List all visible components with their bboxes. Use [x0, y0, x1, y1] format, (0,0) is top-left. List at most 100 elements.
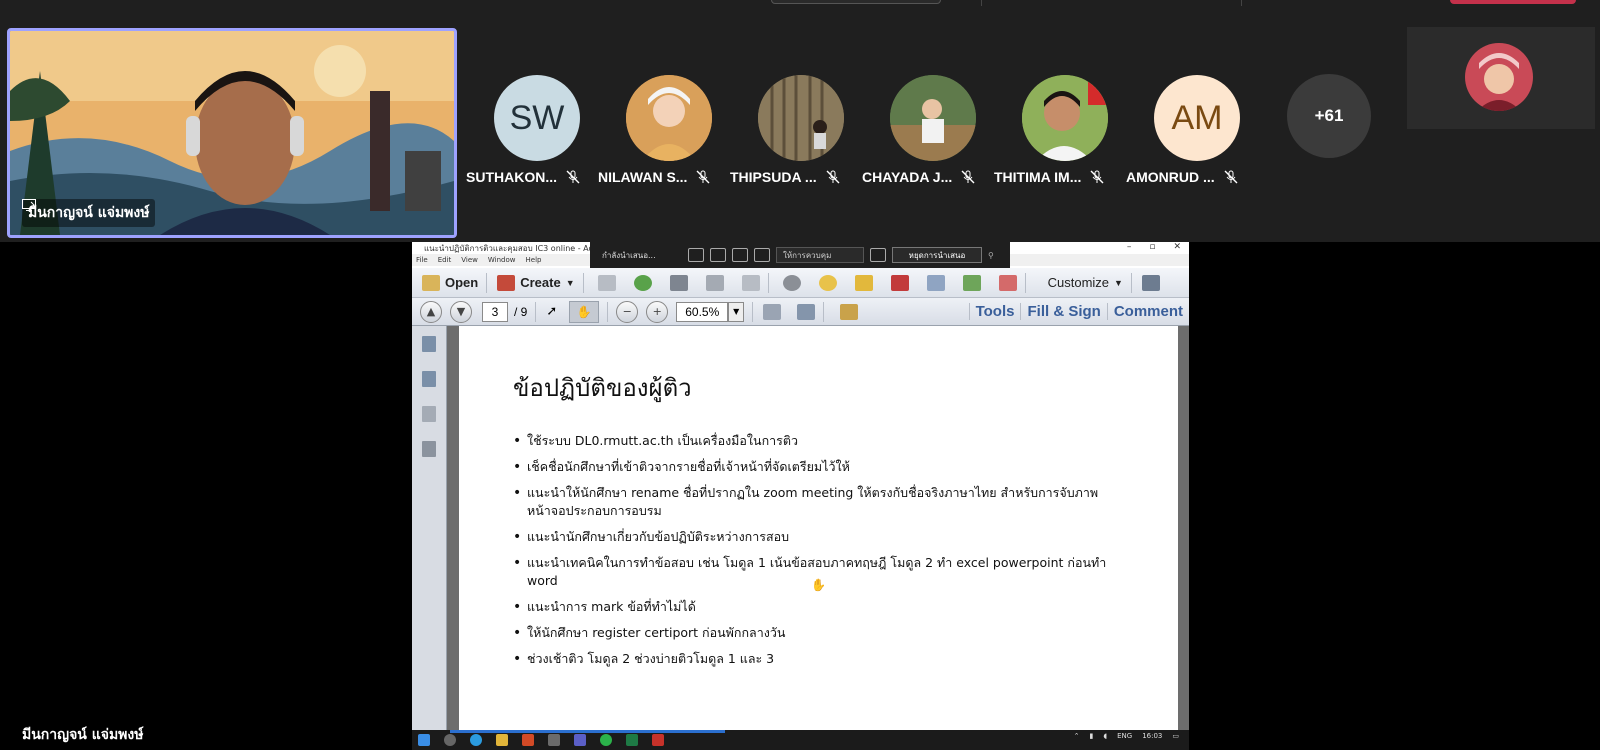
zoom-in-button[interactable]: + — [646, 300, 669, 323]
bookmarks-icon[interactable] — [422, 371, 436, 387]
fill-sign-pane-link[interactable]: Fill & Sign — [1020, 303, 1106, 320]
zoom-out-button[interactable]: − — [616, 300, 639, 323]
excel-icon[interactable] — [626, 734, 638, 746]
menu-window[interactable]: Window — [488, 256, 516, 264]
line-icon[interactable] — [600, 734, 612, 746]
layout-side-by-side-button[interactable] — [732, 248, 748, 262]
lang-indicator[interactable]: ENG — [1117, 732, 1132, 740]
more-participants-button[interactable]: +61 — [1287, 74, 1371, 158]
menu-edit[interactable]: Edit — [438, 256, 452, 264]
edge-icon[interactable] — [470, 734, 482, 746]
app-icon[interactable] — [548, 734, 560, 746]
teams-icon[interactable] — [574, 734, 586, 746]
pin-icon[interactable]: ⚲ — [988, 251, 994, 260]
hand-tool-icon[interactable]: ✋ — [569, 300, 600, 323]
comment-icon[interactable] — [818, 274, 837, 291]
active-speaker-tile[interactable]: มีนกาญจน์ แจ่มพงษ์ — [7, 28, 457, 238]
upload-icon[interactable] — [633, 274, 652, 291]
meeting-search-box[interactable] — [771, 0, 941, 4]
highlight-icon[interactable] — [854, 274, 873, 291]
export-icon[interactable] — [962, 274, 981, 291]
sign-icon[interactable] — [998, 274, 1017, 291]
fit-page-icon[interactable] — [763, 303, 782, 320]
menu-help[interactable]: Help — [526, 256, 542, 264]
stop-presenting-button[interactable]: หยุดการนำเสนอ — [892, 247, 982, 263]
self-view-tile[interactable] — [1407, 27, 1595, 129]
notification-icon[interactable]: ▭ — [1172, 732, 1179, 740]
customize-button[interactable]: Customize ▼ — [1048, 275, 1123, 290]
volume-icon[interactable]: ◖ — [1103, 732, 1107, 740]
scroll-mode-icon[interactable] — [797, 303, 816, 320]
leave-button[interactable] — [1450, 0, 1576, 4]
create-button[interactable]: Create ▼ — [497, 274, 575, 291]
minimize-icon[interactable]: – — [1127, 242, 1132, 252]
edit-icon[interactable] — [705, 274, 724, 291]
divider — [535, 301, 537, 322]
avatar — [626, 75, 712, 161]
comment-pane-link[interactable]: Comment — [1106, 303, 1189, 320]
acrobat-icon[interactable] — [652, 734, 664, 746]
zoom-level-input[interactable]: 60.5% — [676, 301, 729, 322]
participant-tile[interactable]: SW SUTHAKON... — [466, 75, 596, 195]
powerpoint-icon[interactable] — [522, 734, 534, 746]
divider — [1241, 0, 1242, 6]
folder-icon — [422, 274, 440, 291]
previous-page-button[interactable]: ▲ — [420, 300, 442, 323]
search-icon[interactable] — [444, 734, 456, 746]
list-item: ช่วงเช้าติว โมดูล 2 ช่วงบ่ายติวโมดูล 1 แ… — [513, 650, 1113, 668]
document-viewport[interactable]: ข้อปฏิบัติของผู้ติว ใช้ระบบ DL0.rmutt.ac… — [447, 326, 1189, 730]
participant-label: SUTHAKON... — [466, 169, 616, 185]
layout-content-only-button[interactable] — [688, 248, 704, 262]
layout-standout-button[interactable] — [710, 248, 726, 262]
participant-tile[interactable]: CHAYADA J... — [862, 75, 992, 195]
read-mode-icon[interactable] — [840, 303, 859, 320]
participant-tile[interactable]: AM AMONRUD ... — [1126, 75, 1256, 195]
tools-pane-link[interactable]: Tools — [968, 303, 1021, 320]
print-icon[interactable] — [669, 274, 688, 291]
presenter-toolbar: กำลังนำเสนอ... ให้การควบคุม หยุดการนำเสน… — [590, 242, 1010, 268]
list-item: แนะนำนักศึกษาเกี่ยวกับข้อปฏิบัติระหว่างก… — [513, 528, 1113, 546]
open-button[interactable]: Open — [422, 274, 478, 291]
save-icon[interactable] — [597, 274, 616, 291]
participant-tile[interactable]: THIPSUDA ... — [730, 75, 860, 195]
signatures-icon[interactable] — [422, 441, 436, 457]
list-item: แนะนำให้นักศึกษา rename ชื่อที่ปรากฏใน z… — [513, 484, 1113, 520]
participant-tile[interactable]: NILAWAN S... — [598, 75, 728, 195]
acrobat-main-toolbar: Open Create ▼ Customize ▼ — [412, 268, 1189, 298]
overflow-count: +61 — [1314, 106, 1344, 125]
attachments-icon[interactable] — [422, 406, 436, 422]
select-tool-icon[interactable]: ➚ — [546, 304, 557, 319]
participant-name: NILAWAN S... — [598, 169, 688, 185]
divider — [486, 272, 488, 293]
expand-icon[interactable] — [1141, 274, 1160, 291]
participant-photo — [758, 75, 844, 161]
insert-page-icon[interactable] — [926, 274, 945, 291]
give-control-dropdown[interactable]: ให้การควบคุม — [776, 247, 864, 263]
participant-label: AMONRUD ... — [1126, 169, 1276, 185]
next-page-button[interactable]: ▼ — [450, 300, 472, 323]
gear-icon[interactable] — [782, 274, 801, 291]
menu-file[interactable]: File — [416, 256, 428, 264]
delete-page-icon[interactable] — [890, 274, 909, 291]
speaker-name-tag: มีนกาญจน์ แจ่มพงษ์ — [22, 199, 156, 227]
list-item: แนะนำการ mark ข้อที่ทำไม่ได้ — [513, 598, 1113, 616]
presenting-status: กำลังนำเสนอ... — [602, 250, 656, 260]
battery-icon[interactable]: ▮ — [1090, 732, 1094, 740]
participant-tile[interactable]: THITIMA IM... — [994, 75, 1124, 195]
menu-view[interactable]: View — [461, 256, 478, 264]
close-icon[interactable]: ✕ — [1173, 242, 1181, 252]
maximize-icon[interactable]: ▫ — [1149, 242, 1155, 252]
email-icon[interactable] — [741, 274, 760, 291]
zoom-dropdown-chevron-down-icon[interactable]: ▼ — [728, 301, 745, 322]
clock[interactable]: 16:03 — [1142, 732, 1162, 740]
page-number-input[interactable]: 3 — [482, 301, 508, 322]
windows-start-icon[interactable] — [418, 734, 430, 746]
page-thumbnails-icon[interactable] — [422, 336, 436, 352]
participant-label: NILAWAN S... — [598, 169, 748, 185]
include-audio-button[interactable] — [870, 248, 886, 262]
layout-reporter-button[interactable] — [754, 248, 770, 262]
avatar-initials: SW — [509, 98, 565, 137]
create-label: Create — [520, 275, 561, 290]
chevron-up-icon[interactable]: ⌃ — [1074, 732, 1080, 740]
file-explorer-icon[interactable] — [496, 734, 508, 746]
